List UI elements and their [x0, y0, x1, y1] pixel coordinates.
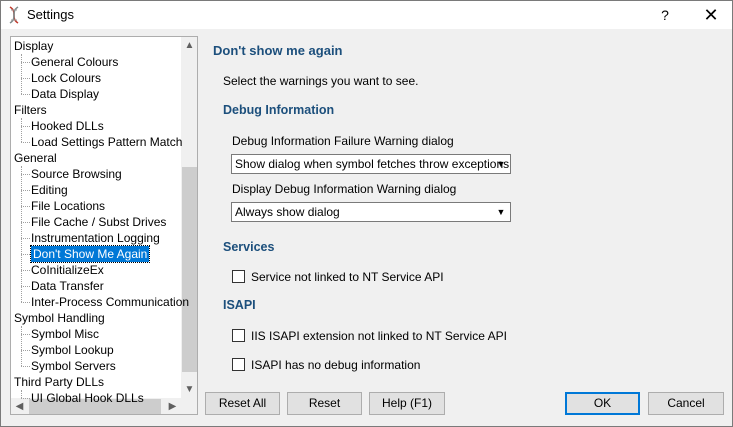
tree-connector	[21, 238, 30, 239]
scroll-left-icon[interactable]: ◀	[11, 398, 28, 414]
tree-item-file-locations[interactable]: File Locations	[31, 198, 105, 214]
tree-connector	[21, 206, 30, 207]
tree-item-filters[interactable]: Filters	[14, 102, 47, 118]
chevron-down-icon[interactable]: ▼	[493, 156, 509, 172]
tree-item-coinitializeex[interactable]: CoInitializeEx	[31, 262, 104, 278]
help-title-button[interactable]: ?	[651, 3, 679, 27]
tree-connector	[21, 62, 30, 63]
service-not-linked-checkbox[interactable]	[232, 270, 245, 283]
isapi-heading: ISAPI	[223, 298, 256, 312]
tree-connector	[21, 286, 30, 287]
isapi-no-debug-label[interactable]: ISAPI has no debug information	[251, 358, 420, 372]
tree-item-editing[interactable]: Editing	[31, 182, 68, 198]
isapi-not-linked-label[interactable]: IIS ISAPI extension not linked to NT Ser…	[251, 329, 507, 343]
tree-item-third-party-dlls[interactable]: Third Party DLLs	[14, 374, 104, 390]
tree-item-data-transfer[interactable]: Data Transfer	[31, 278, 104, 294]
services-heading: Services	[223, 240, 275, 254]
debug-information-heading: Debug Information	[223, 103, 335, 117]
tree-item-inter-process-communication[interactable]: Inter-Process Communication	[31, 294, 189, 310]
window-title: Settings	[27, 7, 74, 22]
tree-item-data-display[interactable]: Data Display	[31, 86, 99, 102]
failure-warning-label: Debug Information Failure Warning dialog	[232, 134, 454, 148]
tree-connector	[21, 78, 30, 79]
tree-connector	[21, 350, 30, 351]
display-warning-select[interactable]: Always show dialog ▼	[231, 202, 511, 222]
scroll-down-icon[interactable]: ▼	[181, 381, 197, 398]
chevron-down-icon[interactable]: ▼	[493, 204, 509, 220]
dna-icon	[9, 6, 19, 24]
display-warning-value: Always show dialog	[235, 205, 340, 219]
tree-connector	[21, 118, 22, 142]
tree-vertical-scrollbar[interactable]: ▲ ▼	[181, 37, 197, 398]
tree-item-file-cache-subst-drives[interactable]: File Cache / Subst Drives	[31, 214, 166, 230]
service-not-linked-label[interactable]: Service not linked to NT Service API	[251, 270, 444, 284]
settings-tree[interactable]: ▲ ▼ ◀ ▶ Display General Colours Lock Colou…	[10, 36, 198, 415]
page-title: Don't show me again	[213, 43, 343, 58]
tree-connector	[21, 254, 30, 255]
tree-connector	[21, 142, 30, 143]
scroll-right-icon[interactable]: ▶	[164, 398, 181, 414]
tree-connector	[21, 366, 30, 367]
tree-item-symbol-lookup[interactable]: Symbol Lookup	[31, 342, 114, 358]
tree-connector	[21, 222, 30, 223]
tree-item-general[interactable]: General	[14, 150, 57, 166]
tree-connector	[21, 398, 30, 399]
tree-item-ui-global-hook-dlls[interactable]: UI Global Hook DLLs	[31, 390, 144, 406]
tree-item-hooked-dlls[interactable]: Hooked DLLs	[31, 118, 104, 134]
tree-item-source-browsing[interactable]: Source Browsing	[31, 166, 122, 182]
failure-warning-value: Show dialog when symbol fetches throw ex…	[235, 157, 510, 171]
ok-button[interactable]: OK	[565, 392, 640, 415]
scroll-corner	[181, 398, 197, 414]
display-warning-label: Display Debug Information Warning dialog	[232, 182, 457, 196]
settings-window: Settings ? ✕ ▲ ▼ ◀ ▶ Display General Colo…	[0, 0, 733, 427]
intro-text: Select the warnings you want to see.	[223, 74, 419, 88]
tree-vscroll-thumb[interactable]	[182, 167, 197, 372]
tree-connector	[21, 166, 22, 302]
tree-item-symbol-misc[interactable]: Symbol Misc	[31, 326, 99, 342]
tree-connector	[21, 270, 30, 271]
tree-item-don-t-show-me-again[interactable]: Don't Show Me Again	[29, 245, 151, 263]
tree-item-load-settings-pattern-match[interactable]: Load Settings Pattern Match	[31, 134, 182, 150]
scroll-up-icon[interactable]: ▲	[181, 37, 197, 54]
tree-item-lock-colours[interactable]: Lock Colours	[31, 70, 101, 86]
tree-connector	[21, 94, 30, 95]
tree-item-display[interactable]: Display	[14, 38, 53, 54]
title-bar: Settings ? ✕	[1, 1, 732, 29]
tree-item-symbol-handling[interactable]: Symbol Handling	[14, 310, 105, 326]
reset-button[interactable]: Reset	[287, 392, 362, 415]
tree-connector	[21, 302, 30, 303]
tree-connector	[21, 126, 30, 127]
reset-all-button[interactable]: Reset All	[205, 392, 280, 415]
cancel-button[interactable]: Cancel	[648, 392, 724, 415]
help-button[interactable]: Help (F1)	[369, 392, 445, 415]
tree-connector	[21, 390, 22, 398]
close-button[interactable]: ✕	[695, 3, 727, 27]
isapi-not-linked-checkbox[interactable]	[232, 329, 245, 342]
tree-connector	[21, 326, 22, 366]
tree-connector	[21, 54, 22, 94]
tree-item-instrumentation-logging[interactable]: Instrumentation Logging	[31, 230, 160, 246]
tree-connector	[21, 174, 30, 175]
failure-warning-select[interactable]: Show dialog when symbol fetches throw ex…	[231, 154, 511, 174]
tree-connector	[21, 190, 30, 191]
tree-connector	[21, 334, 30, 335]
tree-item-symbol-servers[interactable]: Symbol Servers	[31, 358, 116, 374]
isapi-no-debug-checkbox[interactable]	[232, 358, 245, 371]
tree-item-general-colours[interactable]: General Colours	[31, 54, 118, 70]
